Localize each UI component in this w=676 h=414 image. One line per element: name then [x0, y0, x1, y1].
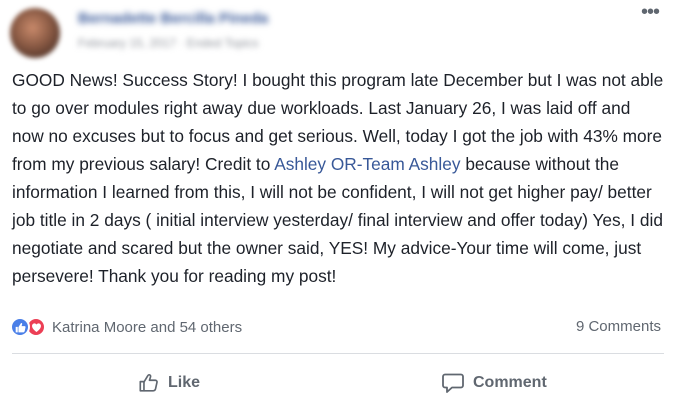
like-button[interactable]: Like — [138, 366, 200, 400]
reaction-names[interactable]: Katrina Moore and 54 others — [52, 319, 242, 336]
like-label: Like — [168, 374, 201, 391]
more-options-icon[interactable]: ••• — [636, 2, 664, 24]
avatar[interactable] — [10, 8, 60, 58]
thumbs-up-icon — [139, 373, 158, 392]
comment-bubble-icon — [442, 373, 464, 393]
author-name[interactable]: Bernadette Bercilla Pineda — [78, 10, 268, 27]
post-card: Bernadette Bercilla Pineda February 15, … — [0, 0, 676, 414]
comment-label: Comment — [473, 374, 547, 391]
mention-link[interactable]: Ashley OR-Team Ashley — [274, 154, 460, 174]
like-reaction-icon — [10, 317, 30, 337]
comment-button[interactable]: Comment — [441, 366, 547, 400]
comments-count[interactable]: 9 Comments — [576, 318, 661, 335]
divider — [12, 353, 664, 354]
reactions-summary[interactable]: Katrina Moore and 54 others — [10, 316, 242, 338]
post-meta[interactable]: February 15, 2017 · Ended Topics — [78, 36, 259, 50]
post-text: GOOD News! Success Story! I bought this … — [12, 66, 664, 290]
